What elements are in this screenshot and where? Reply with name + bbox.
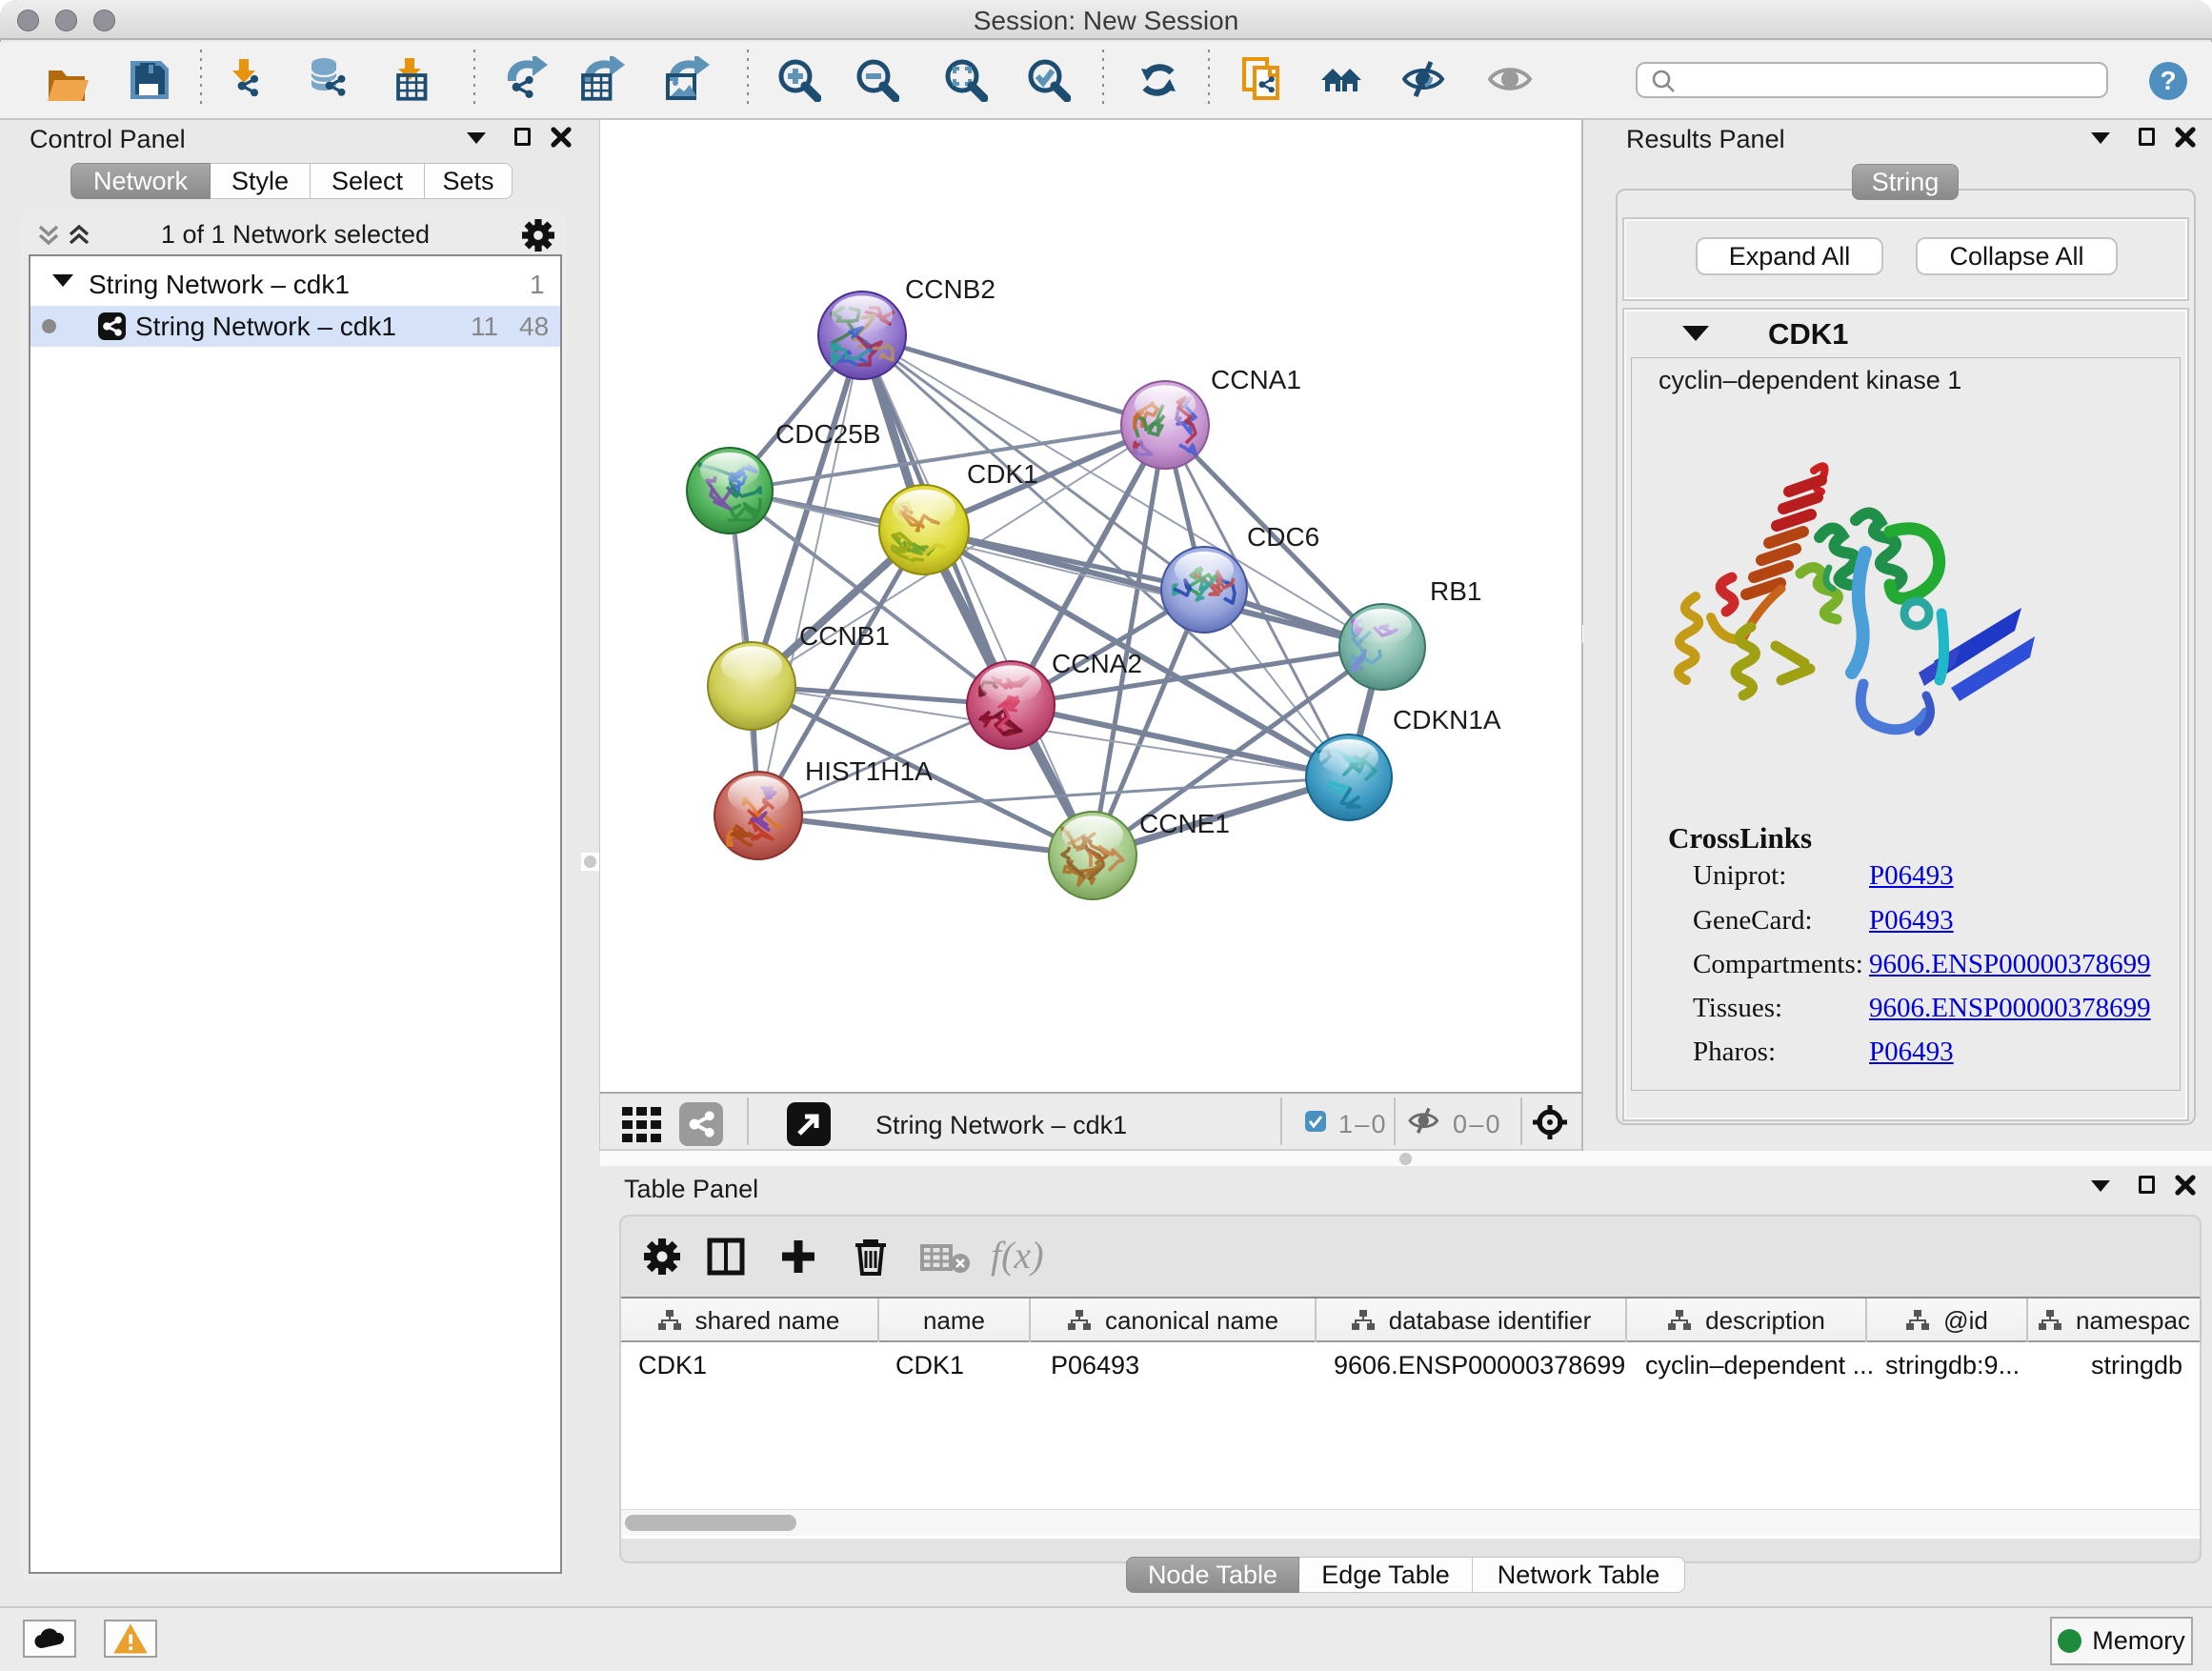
svg-text:CCNE1: CCNE1: [1139, 809, 1230, 838]
svg-text:CDKN1A: CDKN1A: [1393, 705, 1501, 735]
svg-text:CCNA2: CCNA2: [1052, 649, 1142, 678]
svg-text:CDC6: CDC6: [1247, 522, 1319, 552]
svg-text:CCNB1: CCNB1: [799, 621, 890, 651]
svg-text:RB1: RB1: [1430, 576, 1481, 606]
svg-text:CCNB2: CCNB2: [905, 274, 995, 304]
svg-text:CDK1: CDK1: [967, 459, 1038, 489]
svg-text:CCNA1: CCNA1: [1211, 365, 1301, 394]
svg-text:CDC25B: CDC25B: [775, 419, 880, 449]
svg-text:HIST1H1A: HIST1H1A: [805, 756, 933, 786]
